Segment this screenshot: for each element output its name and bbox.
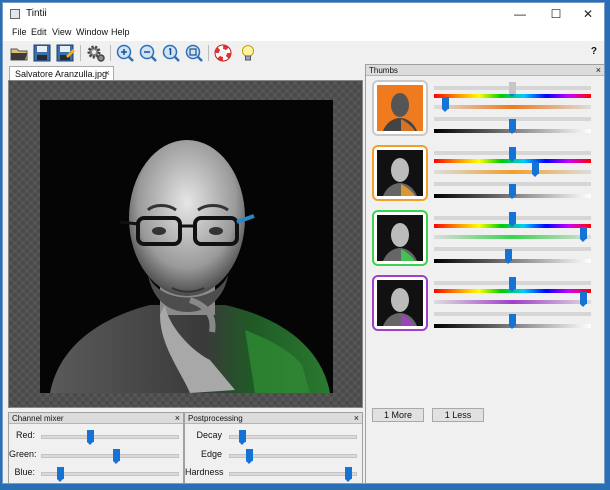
zoom-fit-icon[interactable] (184, 43, 204, 63)
thumbnail[interactable] (372, 275, 428, 331)
one-less-button[interactable]: 1 Less (432, 408, 484, 422)
thumb-slider-handle[interactable] (509, 119, 516, 134)
channel-mixer-header: Channel mixer × (9, 413, 183, 424)
maximize-button[interactable]: ☐ (539, 3, 573, 25)
thumbnail-image (377, 280, 423, 326)
thumbnail-image (377, 150, 423, 196)
postprocessing-title: Postprocessing (188, 414, 243, 423)
toolbar: ? (3, 41, 604, 66)
toolbar-separator (110, 45, 111, 61)
postprocessing-header: Postprocessing × (185, 413, 362, 424)
slider-label: Red: (15, 430, 35, 440)
image-canvas[interactable] (8, 80, 363, 408)
thumb-gradient-track[interactable] (434, 235, 591, 239)
thumb-slider-handle[interactable] (509, 184, 516, 199)
thumb-slider-handle[interactable] (509, 314, 516, 329)
close-icon[interactable]: × (596, 65, 601, 75)
menu-view[interactable]: View (52, 27, 71, 37)
thumb-slider-handle[interactable] (441, 97, 449, 112)
menu-bar: File Edit View Window Help (3, 25, 604, 41)
thumbs-panel: Thumbs × 1 More 1 Less (365, 64, 604, 483)
portrait-illustration (40, 100, 333, 393)
slider-handle[interactable] (56, 467, 64, 482)
whats-this-button[interactable]: ? (591, 46, 597, 57)
thumb-slider-handle[interactable] (579, 292, 587, 307)
thumb-slider-handle[interactable] (509, 82, 516, 97)
thumbnail-image (377, 215, 423, 261)
slider-track[interactable] (229, 472, 357, 476)
thumb-gradient-track[interactable] (434, 170, 591, 174)
thumbs-header: Thumbs × (366, 65, 604, 76)
toolbar-separator (208, 45, 209, 61)
channel-mixer-panel: Channel mixer × Red: Green: Blue: (8, 412, 184, 483)
app-window: Tintii — ☐ ✕ File Edit View Window Help (2, 2, 605, 484)
thumbs-title: Thumbs (369, 66, 398, 75)
document-tabs: Salvatore Aranzulla.jpg × (8, 66, 363, 80)
thumb-slider-handle[interactable] (531, 162, 539, 177)
portrait-image (40, 100, 333, 393)
slider-handle[interactable] (345, 467, 353, 482)
slider-label: Decay (196, 430, 222, 440)
app-icon (10, 9, 20, 19)
title-bar[interactable]: Tintii — ☐ ✕ (3, 3, 604, 25)
channel-mixer-title: Channel mixer (12, 414, 64, 423)
save-icon[interactable] (32, 43, 52, 63)
toolbar-separator (80, 45, 81, 61)
document-tab[interactable]: Salvatore Aranzulla.jpg × (9, 66, 114, 80)
open-icon[interactable] (9, 43, 29, 63)
slider-label: Green: (9, 449, 37, 459)
close-icon[interactable]: × (105, 68, 110, 78)
document-tab-label: Salvatore Aranzulla.jpg (15, 69, 108, 79)
thumb-gradient-track[interactable] (434, 105, 591, 109)
window-title: Tintii (26, 8, 47, 19)
settings-icon[interactable] (86, 43, 106, 63)
thumbnail-image (377, 85, 423, 131)
zoom-in-icon[interactable] (115, 43, 135, 63)
slider-track[interactable] (41, 454, 179, 458)
close-icon[interactable]: × (175, 413, 180, 423)
menu-file[interactable]: File (12, 27, 27, 37)
thumbnail[interactable] (372, 210, 428, 266)
thumb-slider-handle[interactable] (509, 277, 516, 292)
zoom-out-icon[interactable] (138, 43, 158, 63)
slider-label: Blue: (14, 467, 35, 477)
menu-edit[interactable]: Edit (31, 27, 47, 37)
slider-label: Hardness (185, 467, 224, 477)
thumb-gradient-track[interactable] (434, 259, 591, 263)
close-button[interactable]: ✕ (571, 3, 604, 25)
zoom-actual-icon[interactable] (161, 43, 181, 63)
slider-track[interactable] (41, 435, 179, 439)
thumb-slider-handle[interactable] (509, 147, 516, 162)
menu-window[interactable]: Window (76, 27, 108, 37)
help-lifebuoy-icon[interactable] (213, 43, 233, 63)
menu-help[interactable]: Help (111, 27, 130, 37)
slider-label: Edge (200, 449, 222, 459)
postprocessing-panel: Postprocessing × Decay Edge Hardness (184, 412, 363, 483)
thumbnail[interactable] (372, 80, 428, 136)
tip-lightbulb-icon[interactable] (238, 43, 258, 63)
save-as-icon[interactable] (55, 43, 75, 63)
slider-handle[interactable] (113, 449, 121, 464)
one-more-button[interactable]: 1 More (372, 408, 424, 422)
minimize-button[interactable]: — (503, 3, 537, 25)
thumb-slider-handle[interactable] (579, 227, 587, 242)
thumb-track[interactable] (434, 247, 591, 251)
slider-handle[interactable] (245, 449, 253, 464)
thumb-gradient-track[interactable] (434, 300, 591, 304)
slider-handle[interactable] (86, 430, 94, 445)
thumb-slider-handle[interactable] (504, 249, 512, 264)
thumb-slider-handle[interactable] (509, 212, 516, 227)
close-icon[interactable]: × (354, 413, 359, 423)
slider-track[interactable] (229, 435, 357, 439)
thumbnail[interactable] (372, 145, 428, 201)
slider-handle[interactable] (238, 430, 246, 445)
